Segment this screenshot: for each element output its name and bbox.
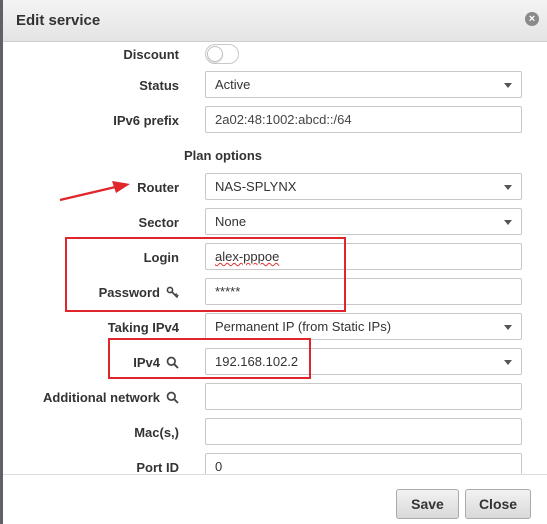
taking-ipv4-label: Taking IPv4 bbox=[107, 320, 179, 335]
close-icon[interactable]: × bbox=[525, 12, 539, 26]
dialog-title: Edit service bbox=[16, 12, 101, 29]
close-button[interactable]: Close bbox=[465, 489, 531, 519]
ipv6-prefix-value: 2a02:48:1002:abcd::/64 bbox=[215, 112, 352, 127]
search-icon[interactable] bbox=[166, 391, 179, 404]
mac-label: Mac(s,) bbox=[134, 425, 179, 440]
router-label: Router bbox=[137, 180, 179, 195]
port-id-value: 0 bbox=[215, 459, 223, 474]
status-label: Status bbox=[139, 78, 179, 93]
status-select[interactable]: Active bbox=[205, 71, 522, 98]
discount-label: Discount bbox=[123, 47, 179, 62]
annotation-arrow bbox=[59, 181, 130, 202]
router-select[interactable]: NAS-SPLYNX bbox=[205, 173, 522, 200]
taking-ipv4-select[interactable]: Permanent IP (from Static IPs) bbox=[205, 313, 522, 340]
sector-label: Sector bbox=[138, 215, 179, 230]
additional-network-label: Additional network bbox=[43, 390, 160, 405]
router-value: NAS-SPLYNX bbox=[215, 179, 297, 194]
form-content: Discount Status Active IPv6 prefix 2a02:… bbox=[3, 42, 547, 474]
dialog-titlebar: Edit service × bbox=[3, 0, 547, 42]
ipv6-prefix-field[interactable]: 2a02:48:1002:abcd::/64 bbox=[205, 106, 522, 133]
taking-ipv4-value: Permanent IP (from Static IPs) bbox=[215, 319, 392, 334]
status-value: Active bbox=[215, 77, 251, 92]
highlight-box-credentials bbox=[65, 237, 346, 312]
plan-options-heading: Plan options bbox=[184, 148, 262, 163]
port-id-input[interactable]: 0 bbox=[205, 453, 522, 474]
additional-network-input[interactable] bbox=[205, 383, 522, 410]
discount-row: Discount bbox=[3, 44, 547, 67]
sector-select[interactable]: None bbox=[205, 208, 522, 235]
highlight-box-ipv4 bbox=[108, 338, 311, 379]
additional-network-label-group: Additional network bbox=[43, 390, 179, 405]
port-id-label: Port ID bbox=[136, 460, 179, 474]
edit-service-dialog: Edit service × Discount Status Active IP… bbox=[3, 0, 547, 524]
sector-value: None bbox=[215, 214, 247, 229]
ipv6-prefix-label: IPv6 prefix bbox=[113, 113, 179, 128]
mac-input[interactable] bbox=[205, 418, 522, 445]
discount-toggle[interactable] bbox=[205, 44, 239, 64]
save-button[interactable]: Save bbox=[396, 489, 459, 519]
dialog-footer: Save Close bbox=[3, 474, 547, 524]
